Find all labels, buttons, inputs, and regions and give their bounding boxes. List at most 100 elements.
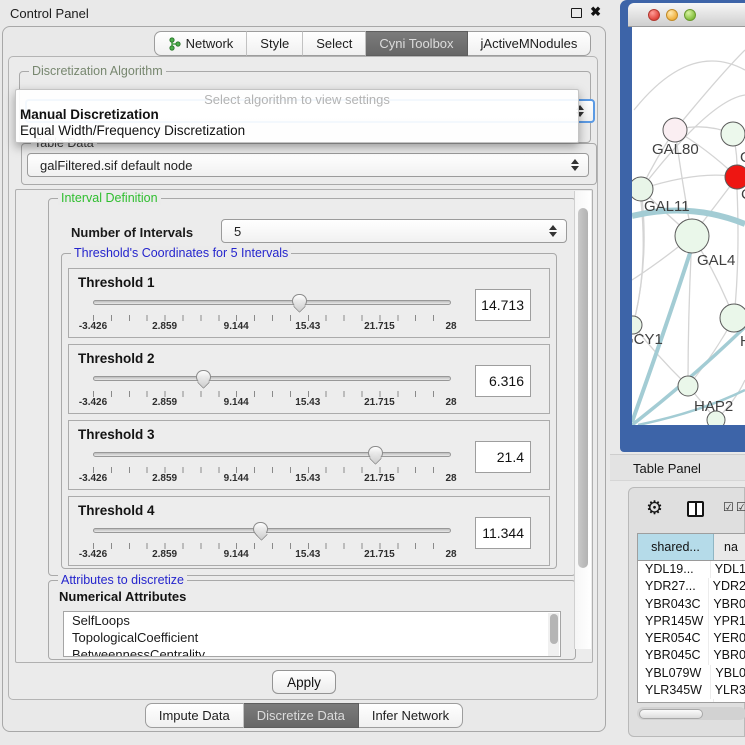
cell[interactable]: YLR3 bbox=[711, 682, 745, 699]
table-data-combo[interactable]: galFiltered.sif default node bbox=[27, 153, 589, 177]
tab-impute-label: Impute Data bbox=[159, 708, 230, 723]
slider-tick-labels: -3.426 2.859 9.144 15.43 21.715 28 bbox=[93, 549, 451, 561]
cell[interactable]: YBR0 bbox=[709, 647, 745, 664]
threshold-2-value-field[interactable]: 6.316 bbox=[475, 365, 531, 397]
tab-style[interactable]: Style bbox=[247, 31, 303, 56]
threshold-4-slider[interactable] bbox=[93, 521, 451, 541]
network-node[interactable] bbox=[721, 122, 745, 146]
tab-discretize-data[interactable]: Discretize Data bbox=[244, 703, 359, 728]
threshold-2-slider-thumb[interactable] bbox=[196, 370, 211, 384]
tab-infer-network[interactable]: Infer Network bbox=[359, 703, 463, 728]
cell[interactable]: YDR2 bbox=[709, 578, 745, 595]
vertical-scrollbar[interactable] bbox=[574, 191, 591, 649]
table-row[interactable]: YBR043CYBR0 bbox=[638, 596, 745, 613]
interval-definition-group: Interval Definition Number of Intervals … bbox=[48, 198, 576, 576]
network-node[interactable] bbox=[720, 304, 745, 332]
tick-label: 9.144 bbox=[224, 473, 249, 484]
tab-jactivemnodules[interactable]: jActiveMNodules bbox=[468, 31, 592, 56]
network-node-gal80[interactable] bbox=[663, 118, 687, 142]
column-layout-icon[interactable] bbox=[687, 501, 704, 517]
attribute-item[interactable]: TopologicalCoefficient bbox=[64, 629, 560, 646]
tab-cyni-label: Cyni Toolbox bbox=[379, 36, 453, 51]
threshold-3-slider-thumb[interactable] bbox=[368, 446, 383, 460]
number-of-intervals-label: Number of Intervals bbox=[71, 225, 193, 240]
close-button[interactable] bbox=[648, 9, 660, 21]
table-row[interactable]: YLR345WYLR3 bbox=[638, 682, 745, 699]
node-label-hap2: HAP2 bbox=[694, 398, 733, 415]
table-row[interactable]: YIL052CYIL0 bbox=[638, 699, 745, 703]
cell[interactable]: YIL052C bbox=[638, 699, 714, 703]
table-panel-title: Table Panel bbox=[633, 461, 701, 476]
zoom-button[interactable] bbox=[684, 9, 696, 21]
scrollbar-thumb[interactable] bbox=[550, 614, 558, 644]
float-window-icon[interactable] bbox=[571, 8, 582, 18]
cell[interactable]: YBR045C bbox=[638, 647, 709, 664]
thresholds-group-label: Threshold's Coordinates for 5 Intervals bbox=[71, 246, 291, 260]
tab-impute-data[interactable]: Impute Data bbox=[145, 703, 244, 728]
tab-infer-label: Infer Network bbox=[372, 708, 449, 723]
node-label-gal11: GAL11 bbox=[644, 198, 690, 215]
tick-label: 15.43 bbox=[295, 321, 320, 332]
cell[interactable]: YBR043C bbox=[638, 596, 709, 613]
threshold-3-slider[interactable] bbox=[93, 445, 451, 465]
threshold-3-value-field[interactable]: 21.4 bbox=[475, 441, 531, 473]
scrollbar-thumb[interactable] bbox=[639, 709, 703, 719]
cell[interactable]: YIL0 bbox=[714, 699, 745, 703]
cell[interactable]: YLR345W bbox=[638, 682, 711, 699]
table-row[interactable]: YBL079WYBL0 bbox=[638, 665, 745, 682]
cell[interactable]: YER054C bbox=[638, 630, 709, 647]
network-node-hap2[interactable] bbox=[678, 376, 698, 396]
threshold-1-value-field[interactable]: 14.713 bbox=[475, 289, 531, 321]
threshold-3-panel: Threshold 3 -3.426 2.859 9.144 15.43 21.… bbox=[68, 420, 550, 490]
horizontal-scrollbar[interactable] bbox=[637, 707, 745, 720]
threshold-2-panel: Threshold 2 -3.426 2.859 9.144 15.43 21.… bbox=[68, 344, 550, 414]
network-canvas[interactable]: GAL80 G. C GAL11 GAL4 GCY1 H HAP2 bbox=[632, 27, 745, 425]
cell[interactable]: YDL19... bbox=[638, 561, 711, 578]
scrollbar-thumb[interactable] bbox=[578, 208, 588, 568]
cell[interactable]: YER0 bbox=[709, 630, 745, 647]
node-label-partial: H bbox=[740, 333, 745, 350]
checkbox-icon[interactable]: ☑ bbox=[723, 500, 734, 514]
cell[interactable]: YPR145W bbox=[638, 613, 709, 630]
cell[interactable]: YBR0 bbox=[709, 596, 745, 613]
threshold-1-panel: Threshold 1 -3.426 2.859 9.144 15.43 21.… bbox=[68, 268, 550, 338]
checkbox-icon[interactable]: ☑ bbox=[736, 500, 745, 514]
tab-network[interactable]: Network bbox=[154, 31, 248, 56]
table-row[interactable]: YER054CYER0 bbox=[638, 630, 745, 647]
threshold-4-slider-thumb[interactable] bbox=[253, 522, 268, 536]
numerical-attributes-list: SelfLoops TopologicalCoefficient Between… bbox=[63, 611, 561, 657]
close-panel-icon[interactable]: ✖ bbox=[590, 4, 601, 20]
tab-cyni-toolbox[interactable]: Cyni Toolbox bbox=[366, 31, 467, 56]
apply-button[interactable]: Apply bbox=[272, 670, 336, 694]
attribute-item[interactable]: BetweennessCentrality bbox=[64, 646, 560, 657]
column-header-shared-name[interactable]: shared... bbox=[638, 534, 714, 560]
algorithm-option-equal-width[interactable]: Equal Width/Frequency Discretization bbox=[16, 123, 578, 139]
slider-rail bbox=[93, 452, 451, 457]
threshold-1-slider-thumb[interactable] bbox=[292, 294, 307, 308]
cell[interactable]: YBL079W bbox=[638, 665, 711, 682]
table-row[interactable]: YDR27...YDR2 bbox=[638, 578, 745, 595]
threshold-2-slider[interactable] bbox=[93, 369, 451, 389]
table-row[interactable]: YPR145WYPR1 bbox=[638, 613, 745, 630]
threshold-1-slider[interactable] bbox=[93, 293, 451, 313]
cell[interactable]: YDR27... bbox=[638, 578, 709, 595]
gear-icon[interactable]: ⚙ bbox=[646, 499, 663, 518]
table-row[interactable]: YBR045CYBR0 bbox=[638, 647, 745, 664]
network-window-titlebar[interactable] bbox=[628, 3, 745, 27]
cell[interactable]: YBL0 bbox=[711, 665, 745, 682]
interval-definition-label: Interval Definition bbox=[58, 191, 161, 205]
algorithm-option-manual[interactable]: Manual Discretization bbox=[16, 107, 578, 123]
tab-select[interactable]: Select bbox=[303, 31, 366, 56]
table-row[interactable]: YDL19...YDL1 bbox=[638, 561, 745, 578]
table-panel-header: Table Panel bbox=[610, 454, 745, 481]
attribute-item[interactable]: SelfLoops bbox=[64, 612, 560, 629]
threshold-4-value-field[interactable]: 11.344 bbox=[475, 517, 531, 549]
cell[interactable]: YPR1 bbox=[709, 613, 745, 630]
number-of-intervals-combo[interactable]: 5 bbox=[221, 219, 567, 243]
tick-label: 21.715 bbox=[364, 473, 395, 484]
cell[interactable]: YDL1 bbox=[711, 561, 745, 578]
network-node-gal4[interactable] bbox=[675, 219, 709, 253]
attributes-scrollbar[interactable] bbox=[548, 613, 559, 657]
minimize-button[interactable] bbox=[666, 9, 678, 21]
column-header-name[interactable]: na bbox=[714, 534, 745, 560]
